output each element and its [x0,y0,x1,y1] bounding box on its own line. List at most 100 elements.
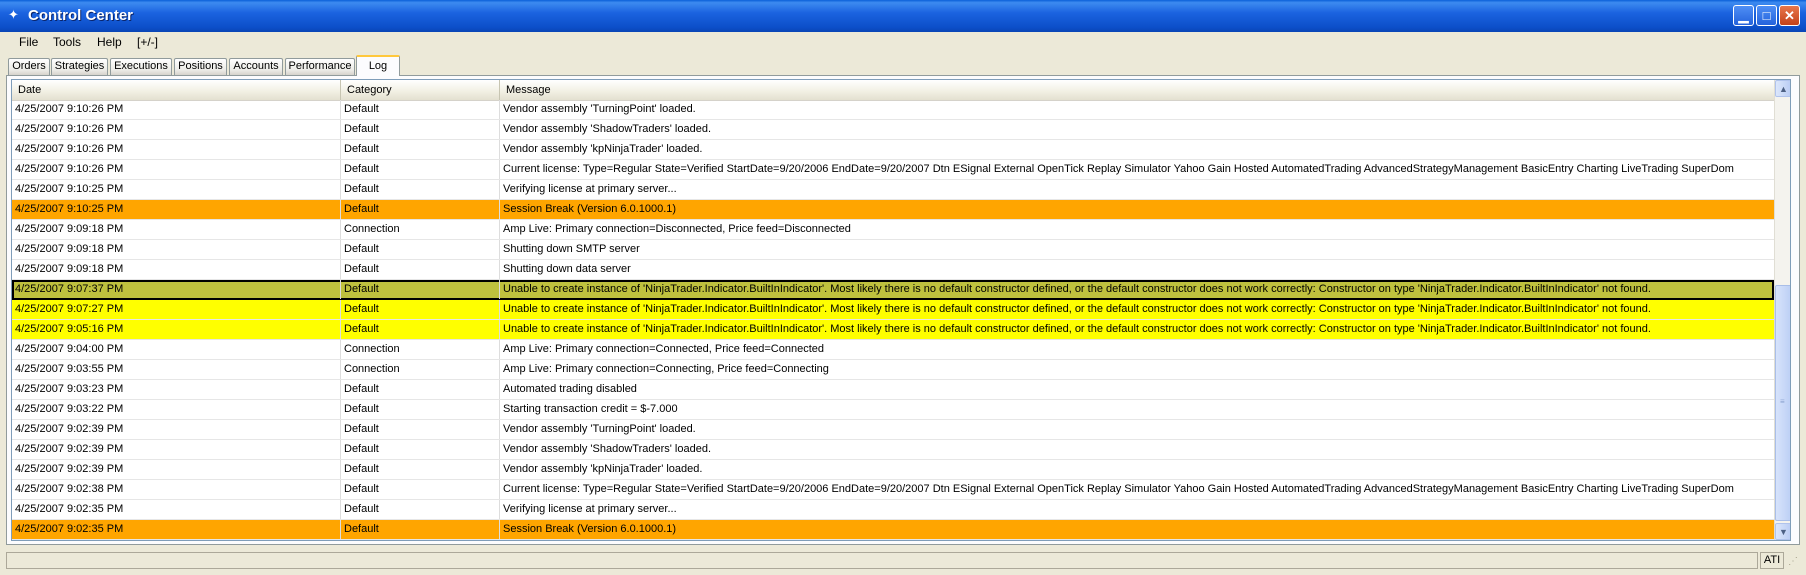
tab-strategies[interactable]: Strategies [51,58,108,75]
cell-message: Vendor assembly 'ShadowTraders' loaded. [503,443,712,455]
cell-category: Default [341,200,500,219]
cell-message: Current license: Type=Regular State=Veri… [503,163,1734,175]
cell-category: Default [341,120,500,139]
cell-category: Default [341,140,500,159]
cell-date: 4/25/2007 9:02:39 PM [12,420,341,439]
cell-message: Amp Live: Primary connection=Connecting,… [503,363,829,375]
cell-date: 4/25/2007 9:10:26 PM [12,140,341,159]
table-row[interactable]: 4/25/2007 9:05:16 PM Default Unable to cre… [12,320,1774,340]
cell-message: Shutting down data server [503,263,631,275]
table-row[interactable]: 4/25/2007 9:02:39 PM Default Vendor assemb… [12,420,1774,440]
log-panel: Date Category Message 4/25/2007 9:10:26 … [6,75,1800,545]
table-row[interactable]: 4/25/2007 9:03:22 PM Default Starting tran… [12,400,1774,420]
column-header-message[interactable]: Message [500,80,1774,100]
tab-orders[interactable]: Orders [8,58,50,75]
cell-date: 4/25/2007 9:10:25 PM [12,180,341,199]
column-header-category[interactable]: Category [341,80,500,100]
cell-category: Default [341,520,500,539]
menu-toggle[interactable]: [+/-] [137,35,158,49]
cell-message: Automated trading disabled [503,383,637,395]
cell-category: Default [341,380,500,399]
table-row[interactable]: 4/25/2007 9:10:26 PM Default Vendor assemb… [12,140,1774,160]
scroll-up-button[interactable]: ▲ [1775,80,1790,97]
cell-category: Connection [341,360,500,379]
cell-category: Default [341,440,500,459]
table-row[interactable]: 4/25/2007 9:10:26 PM Default Vendor assemb… [12,120,1774,140]
chevron-down-icon: ▼ [1779,526,1788,537]
app-icon: ✦ [8,7,19,22]
table-row[interactable]: 4/25/2007 9:02:39 PM Default Vendor assemb… [12,440,1774,460]
table-row[interactable]: 4/25/2007 9:10:26 PM Default Current licen… [12,160,1774,180]
close-button[interactable]: ✕ [1779,5,1800,26]
cell-date: 4/25/2007 9:10:26 PM [12,100,341,119]
tab-accounts[interactable]: Accounts [229,58,283,75]
table-row[interactable]: 4/25/2007 9:02:35 PM Default Session Break… [12,520,1774,540]
minimize-icon: ▁ [1738,7,1749,23]
table-row[interactable]: 4/25/2007 9:09:18 PM Default Shutting down… [12,260,1774,280]
table-row[interactable]: 4/25/2007 9:10:25 PM Default Session Break… [12,200,1774,220]
cell-message: Unable to create instance of 'NinjaTrade… [503,303,1651,315]
tab-positions[interactable]: Positions [174,58,227,75]
cell-message: Vendor assembly 'kpNinjaTrader' loaded. [503,463,703,475]
cell-category: Default [341,280,500,299]
menu-bar: File Tools Help [+/-] [0,32,1806,52]
cell-date: 4/25/2007 9:04:00 PM [12,340,341,359]
status-bar: ATI ⋰ [0,548,1806,575]
table-row[interactable]: 4/25/2007 9:02:35 PM Default Verifying lic… [12,500,1774,520]
table-row[interactable]: 4/25/2007 9:10:25 PM Default Verifying lic… [12,180,1774,200]
cell-message: Vendor assembly 'TurningPoint' loaded. [503,423,696,435]
menu-tools[interactable]: Tools [53,35,81,49]
resize-grip-icon[interactable]: ⋰ [1788,556,1802,570]
table-row[interactable]: 4/25/2007 9:07:27 PM Default Unable to cre… [12,300,1774,320]
cell-category: Default [341,480,500,499]
cell-category: Default [341,180,500,199]
table-row[interactable]: 4/25/2007 9:09:18 PM Default Shutting down… [12,240,1774,260]
cell-date: 4/25/2007 9:09:18 PM [12,240,341,259]
table-row[interactable]: 4/25/2007 9:09:18 PM Connection Amp Live: … [12,220,1774,240]
scroll-down-button[interactable]: ▼ [1775,523,1790,540]
table-row[interactable]: 4/25/2007 9:03:23 PM Default Automated tra… [12,380,1774,400]
table-row[interactable]: 4/25/2007 9:07:37 PM Default Unable to cre… [12,280,1774,300]
table-row[interactable]: 4/25/2007 9:02:39 PM Default Vendor assemb… [12,460,1774,480]
menu-file[interactable]: File [19,35,38,49]
minimize-button[interactable]: ▁ [1733,5,1754,26]
tab-performance[interactable]: Performance [285,58,355,75]
table-row[interactable]: 4/25/2007 9:03:55 PM Connection Amp Live: … [12,360,1774,380]
tab-executions[interactable]: Executions [110,58,172,75]
grip-icon: ≡ [1780,397,1785,406]
cell-message: Unable to create instance of 'NinjaTrade… [503,283,1651,295]
vertical-scrollbar[interactable]: ▲ ≡ ▼ [1774,80,1790,540]
cell-date: 4/25/2007 9:07:37 PM [12,280,341,299]
cell-date: 4/25/2007 9:03:22 PM [12,400,341,419]
menu-help[interactable]: Help [97,35,122,49]
cell-category: Connection [341,220,500,239]
cell-category: Connection [341,340,500,359]
column-header-date[interactable]: Date [12,80,341,100]
table-row[interactable]: 4/25/2007 9:02:38 PM Default Current licen… [12,480,1774,500]
cell-message: Session Break (Version 6.0.1000.1) [503,523,677,535]
cell-date: 4/25/2007 9:02:39 PM [12,460,341,479]
log-grid[interactable]: Date Category Message 4/25/2007 9:10:26 … [11,79,1791,541]
cell-category: Default [341,160,500,179]
cell-message: Vendor assembly 'ShadowTraders' loaded. [503,123,712,135]
cell-message: Current license: Type=Regular State=Veri… [503,483,1734,495]
table-row[interactable]: 4/25/2007 9:04:00 PM Connection Amp Live: … [12,340,1774,360]
cell-date: 4/25/2007 9:10:25 PM [12,200,341,219]
maximize-button[interactable]: □ [1756,5,1777,26]
tab-log[interactable]: Log [356,55,400,76]
cell-date: 4/25/2007 9:09:18 PM [12,220,341,239]
title-bar[interactable]: ✦ Control Center ▁ □ ✕ [0,0,1806,32]
window-title: Control Center [28,7,133,24]
cell-message: Vendor assembly 'kpNinjaTrader' loaded. [503,143,703,155]
table-row[interactable]: 4/25/2007 9:10:26 PM Default Vendor assemb… [12,100,1774,120]
close-icon: ✕ [1784,7,1795,23]
cell-message: Vendor assembly 'TurningPoint' loaded. [503,103,696,115]
scroll-thumb[interactable]: ≡ [1775,285,1790,521]
cell-category: Default [341,500,500,519]
cell-category: Default [341,400,500,419]
chevron-up-icon: ▲ [1779,83,1788,94]
cell-category: Default [341,460,500,479]
cell-date: 4/25/2007 9:10:26 PM [12,120,341,139]
cell-message: Shutting down SMTP server [503,243,640,255]
cell-date: 4/25/2007 9:03:55 PM [12,360,341,379]
